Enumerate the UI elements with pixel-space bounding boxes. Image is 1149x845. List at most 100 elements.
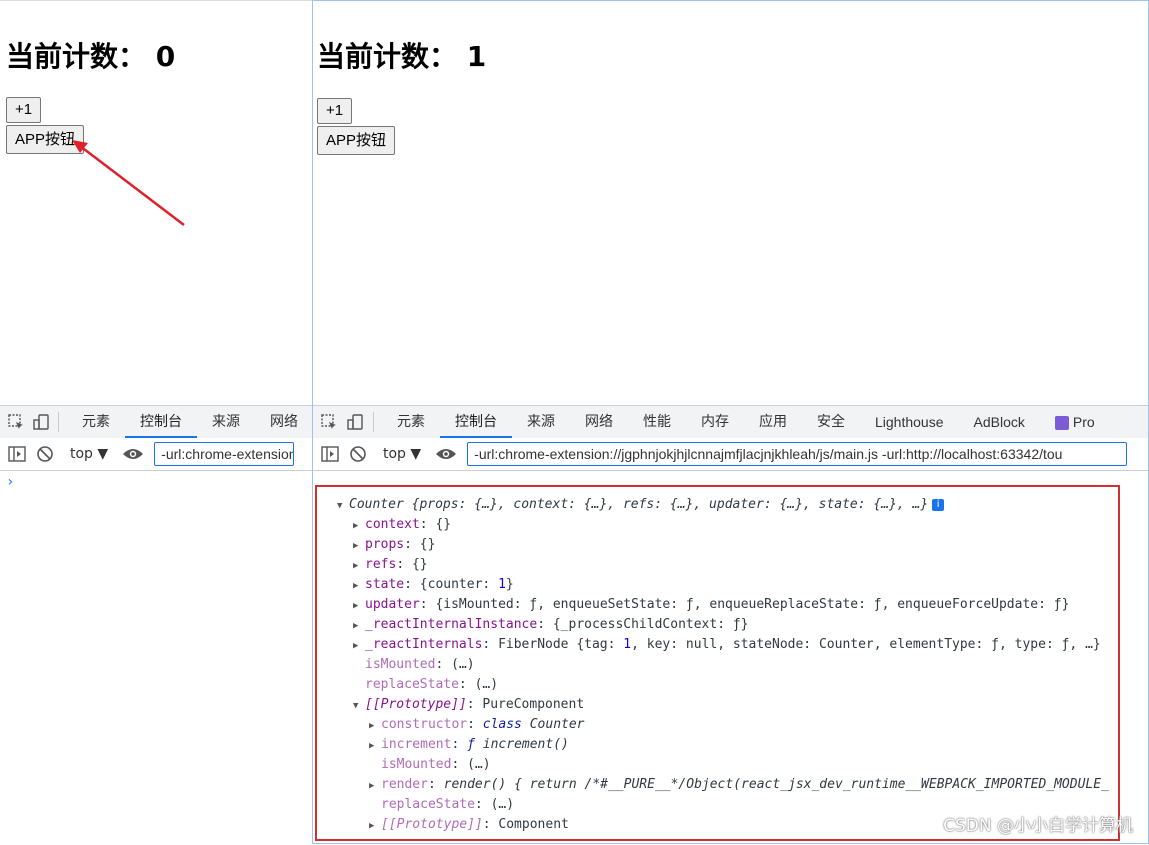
- property-row[interactable]: ▶ render: render() { return /*#__PURE__*/…: [369, 775, 1109, 795]
- property-row[interactable]: ▶ constructor: class Counter: [369, 715, 585, 735]
- tab-profiler[interactable]: Pro: [1040, 406, 1095, 438]
- clear-console-icon[interactable]: [347, 443, 369, 465]
- expanded-triangle-icon: ▼: [337, 501, 343, 511]
- getter-row[interactable]: isMounted: (…): [365, 655, 475, 675]
- tab-sources[interactable]: 来源: [512, 406, 570, 438]
- app-button[interactable]: APP按钮: [317, 126, 396, 155]
- devtools-tabbar: 元素 控制台 来源 网络 性能 内存 应用 安全 Lighthouse AdBl…: [313, 405, 1148, 439]
- watermark: CSDN @小小白学计算机: [943, 816, 1133, 836]
- property-value: PureComponent: [482, 697, 585, 712]
- context-selector[interactable]: top ▼: [70, 446, 108, 462]
- tab-sources[interactable]: 来源: [197, 406, 255, 438]
- property-key: isMounted: [365, 657, 436, 672]
- property-value: render() { return /*#__PURE__*/Object(re…: [443, 777, 1109, 792]
- property-key: [[Prototype]]: [381, 817, 483, 832]
- annotation-arrow: [72, 140, 185, 226]
- tab-elements[interactable]: 元素: [67, 406, 125, 438]
- getter-row[interactable]: replaceState: (…): [381, 795, 514, 815]
- device-toggle-icon[interactable]: [345, 412, 365, 432]
- property-row[interactable]: ▶ context: {}: [353, 515, 451, 535]
- property-row[interactable]: ▶ increment: ƒ increment(): [369, 735, 569, 755]
- tab-application[interactable]: 应用: [744, 406, 802, 438]
- property-value[interactable]: (…): [467, 757, 490, 772]
- getter-row[interactable]: isMounted: (…): [381, 755, 491, 775]
- object-header-row[interactable]: ▼ Counter {props: {…}, context: {…}, refs…: [337, 495, 945, 515]
- property-row[interactable]: ▶ _reactInternalInstance: {_processChildC…: [353, 615, 749, 635]
- collapsed-triangle-icon: ▶: [353, 621, 359, 631]
- property-value[interactable]: (…): [475, 677, 498, 692]
- property-key: _reactInternals: [365, 637, 483, 652]
- property-key: replaceState: [381, 797, 475, 812]
- property-row[interactable]: ▶ state: {counter: 1}: [353, 575, 514, 595]
- eye-icon[interactable]: [435, 443, 457, 465]
- tab-performance[interactable]: 性能: [628, 406, 686, 438]
- react-devtools-icon: [1054, 416, 1069, 431]
- property-value: {}: [435, 517, 452, 532]
- object-class-name: Counter: [349, 497, 404, 512]
- console-output: ▼ Counter {props: {…}, context: {…}, refs…: [315, 485, 1120, 841]
- property-keyword: class: [482, 717, 522, 732]
- property-value[interactable]: (…): [491, 797, 514, 812]
- collapsed-triangle-icon: ▶: [369, 781, 375, 791]
- console-toolbar: top ▼ -url:chrome-extension://jgphnjokjh…: [0, 438, 313, 471]
- console-prompt[interactable]: ›: [6, 474, 14, 490]
- property-key: context: [365, 517, 420, 532]
- property-value-end: , key: null, stateNode: Counter, element…: [631, 637, 1101, 652]
- property-keyword: ƒ: [467, 737, 475, 752]
- property-value: {_processChildContext: ƒ}: [552, 617, 749, 632]
- property-value: {counter:: [419, 577, 499, 592]
- property-value: {}: [411, 557, 428, 572]
- property-value: {}: [419, 537, 436, 552]
- property-number: 1: [623, 637, 632, 652]
- console-filter-input[interactable]: -url:chrome-extension://jgphnjokjhjlcnna…: [154, 442, 295, 466]
- property-value: FiberNode {tag:: [498, 637, 624, 652]
- tab-separator: [58, 412, 60, 432]
- console-filter-input[interactable]: -url:chrome-extension://jgphnjokjhjlcnna…: [467, 442, 1128, 466]
- property-key: constructor: [381, 717, 468, 732]
- property-key: [[Prototype]]: [365, 697, 467, 712]
- tab-elements[interactable]: 元素: [382, 406, 440, 438]
- tab-console[interactable]: 控制台: [440, 406, 512, 438]
- property-key: replaceState: [365, 677, 459, 692]
- property-key: refs: [365, 557, 397, 572]
- prototype-row[interactable]: ▶ [[Prototype]]: Component: [369, 815, 569, 835]
- tab-network[interactable]: 网络: [570, 406, 628, 438]
- tab-adblock[interactable]: AdBlock: [959, 406, 1040, 438]
- tab-console[interactable]: 控制台: [125, 406, 198, 438]
- property-key: render: [381, 777, 428, 792]
- collapsed-triangle-icon: ▶: [353, 581, 359, 591]
- expanded-triangle-icon: ▼: [353, 701, 359, 711]
- property-key: _reactInternalInstance: [365, 617, 538, 632]
- object-summary: {props: {…}, context: {…}, refs: {…}, up…: [411, 497, 929, 512]
- property-value[interactable]: (…): [451, 657, 474, 672]
- prototype-row[interactable]: ▼ [[Prototype]]: PureComponent: [353, 695, 584, 715]
- info-icon[interactable]: i: [932, 498, 945, 511]
- property-value-end: }: [505, 577, 514, 592]
- left-browser-pane: 当前计数： 0 +1 APP按钮 元素 控制台 来源 网络 top ▼ -url…: [0, 0, 313, 845]
- sidebar-toggle-icon[interactable]: [6, 443, 28, 465]
- property-value: increment(): [482, 737, 569, 752]
- increment-button[interactable]: +1: [317, 98, 353, 124]
- tab-network[interactable]: 网络: [255, 406, 313, 438]
- tab-memory[interactable]: 内存: [686, 406, 744, 438]
- counter-heading: 当前计数： 1: [317, 40, 487, 73]
- property-row[interactable]: ▶ refs: {}: [353, 555, 428, 575]
- collapsed-triangle-icon: ▶: [369, 721, 375, 731]
- console-toolbar: top ▼ -url:chrome-extension://jgphnjokjh…: [313, 438, 1148, 471]
- clear-console-icon[interactable]: [34, 443, 56, 465]
- device-toggle-icon[interactable]: [31, 412, 50, 432]
- tab-security[interactable]: 安全: [802, 406, 860, 438]
- inspect-element-icon[interactable]: [6, 412, 25, 432]
- getter-row[interactable]: replaceState: (…): [365, 675, 498, 695]
- tab-separator: [373, 412, 374, 432]
- tab-profiler-label: Pro: [1072, 414, 1095, 430]
- property-row[interactable]: ▶ updater: {isMounted: ƒ, enqueueSetState…: [353, 595, 1069, 615]
- tab-lighthouse[interactable]: Lighthouse: [860, 406, 959, 438]
- property-row[interactable]: ▶ _reactInternals: FiberNode {tag: 1, key…: [353, 635, 1101, 655]
- sidebar-toggle-icon[interactable]: [319, 443, 341, 465]
- property-value: Counter: [529, 717, 585, 732]
- context-selector[interactable]: top ▼: [383, 446, 421, 462]
- property-row[interactable]: ▶ props: {}: [353, 535, 435, 555]
- eye-icon[interactable]: [122, 443, 144, 465]
- inspect-element-icon[interactable]: [319, 412, 339, 432]
